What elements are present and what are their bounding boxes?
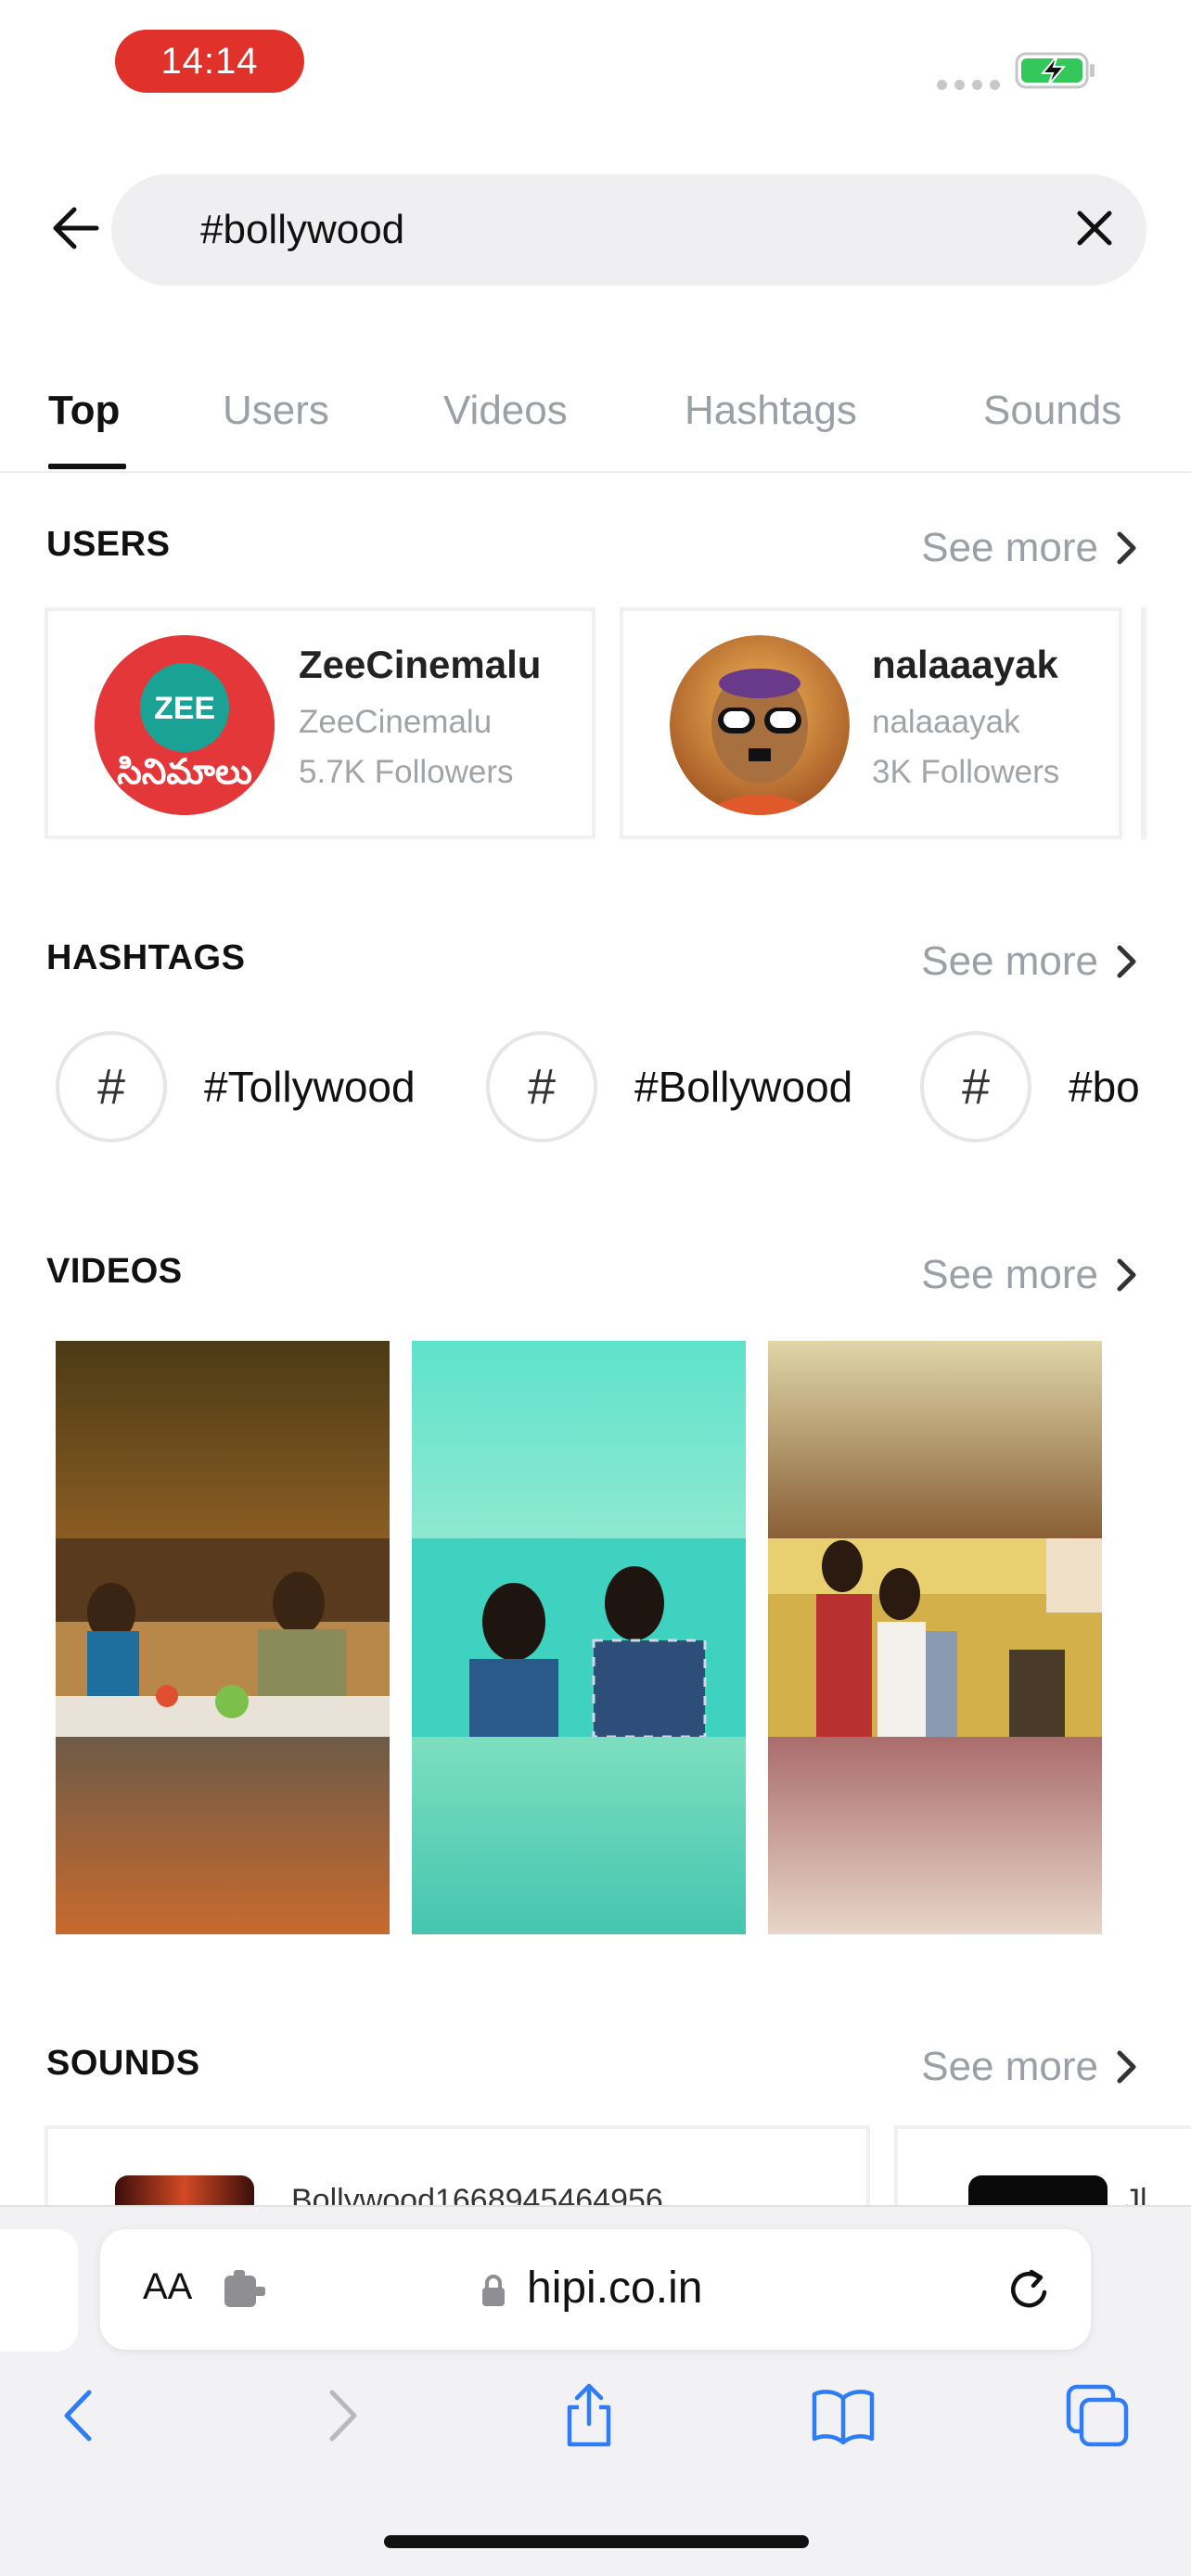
back-nav-icon[interactable] [48, 2383, 113, 2448]
users-section-title: USERS [46, 525, 171, 564]
zee-logo-icon: ZEE సినిమాలు [95, 635, 275, 815]
video-frame-image [56, 1538, 390, 1737]
hashtag-item-bo[interactable]: # #bo [920, 1029, 1191, 1144]
chevron-right-icon [1117, 531, 1136, 565]
hashtag-label: #bo [1069, 1063, 1140, 1111]
hashtag-label: #Bollywood [634, 1063, 853, 1111]
user-name: ZeeCinemalu [299, 643, 542, 686]
hashtags-see-more-link[interactable]: See more [921, 938, 1139, 985]
see-more-label: See more [921, 1252, 1098, 1297]
battery-charging-icon [1015, 52, 1095, 89]
back-arrow-icon[interactable] [50, 202, 102, 254]
user-handle: ZeeCinemalu [299, 704, 493, 740]
share-icon[interactable] [557, 2383, 621, 2448]
user-followers: 3K Followers [872, 754, 1060, 790]
chevron-right-icon [1117, 1258, 1136, 1292]
home-indicator [384, 2535, 809, 2548]
hashtag-label: #Tollywood [204, 1063, 416, 1111]
video-frame-image [412, 1538, 746, 1737]
bookmarks-icon[interactable] [811, 2383, 876, 2448]
status-time: 14:14 [115, 30, 304, 93]
user-handle: nalaaayak [872, 704, 1020, 740]
sounds-section-title: SOUNDS [46, 2044, 200, 2083]
chevron-right-icon [1117, 945, 1136, 978]
see-more-label: See more [921, 938, 1098, 984]
tab-top[interactable]: Top [48, 388, 120, 434]
status-bar: 14:14 [0, 0, 1191, 121]
hashtag-icon: # [56, 1031, 167, 1142]
tab-sounds[interactable]: Sounds [983, 388, 1121, 434]
forward-nav-icon[interactable] [308, 2383, 373, 2448]
user-followers: 5.7K Followers [299, 754, 514, 790]
search-input[interactable]: #bollywood [111, 174, 1146, 286]
tabs-icon[interactable] [1065, 2383, 1130, 2448]
avatar: ZEE సినిమాలు [95, 635, 275, 815]
user-card-zeecinemalu[interactable]: ZEE సినిమాలు ZeeCinemalu ZeeCinemalu 5.7… [45, 607, 596, 839]
hashtag-icon: # [486, 1031, 597, 1142]
extension-icon[interactable] [221, 2270, 269, 2311]
svg-text:సినిమాలు: సినిమాలు [117, 751, 252, 792]
hashtag-item-tollywood[interactable]: # #Tollywood [56, 1029, 416, 1144]
reader-options-button[interactable]: AA [143, 2266, 192, 2308]
see-more-label: See more [921, 2044, 1098, 2089]
clear-search-icon[interactable] [1069, 202, 1121, 254]
videos-see-more-link[interactable]: See more [921, 1252, 1139, 1298]
see-more-label: See more [921, 525, 1098, 570]
tab-hashtags[interactable]: Hashtags [685, 388, 857, 434]
video-thumbnail[interactable] [56, 1341, 390, 1934]
result-tabs: Top Users Videos Hashtags Sounds [0, 371, 1191, 473]
sounds-see-more-link[interactable]: See more [921, 2044, 1139, 2090]
video-thumbnail[interactable] [412, 1341, 746, 1934]
tab-users[interactable]: Users [223, 388, 329, 434]
users-see-more-link[interactable]: See more [921, 525, 1139, 571]
svg-text:ZEE: ZEE [154, 691, 215, 726]
video-frame-image [768, 1538, 1102, 1737]
user-card-nalaaayak[interactable]: nalaaayak nalaaayak 3K Followers [620, 607, 1122, 839]
hashtag-icon: # [920, 1031, 1031, 1142]
search-query: #bollywood [200, 207, 405, 252]
url-text: hipi.co.in [527, 2264, 703, 2313]
user-name: nalaaayak [872, 643, 1058, 686]
video-thumbnail[interactable] [768, 1341, 1102, 1934]
active-tab-indicator [48, 464, 126, 469]
chevron-right-icon [1117, 2050, 1136, 2084]
videos-section-title: VIDEOS [46, 1252, 183, 1291]
signal-icon [937, 80, 1000, 90]
avatar-image [670, 635, 850, 815]
avatar [670, 635, 850, 815]
hashtag-item-bollywood[interactable]: # #Bollywood [486, 1029, 852, 1144]
reload-icon[interactable] [1004, 2264, 1054, 2315]
previous-tab-preview[interactable] [0, 2229, 78, 2352]
next-user-card-edge [1141, 607, 1146, 839]
lock-icon [482, 2275, 505, 2306]
address-bar[interactable]: AA hipi.co.in [100, 2229, 1091, 2350]
hashtags-section-title: HASHTAGS [46, 938, 246, 977]
browser-toolbar: AA hipi.co.in [0, 2205, 1191, 2576]
tab-videos[interactable]: Videos [443, 388, 568, 434]
